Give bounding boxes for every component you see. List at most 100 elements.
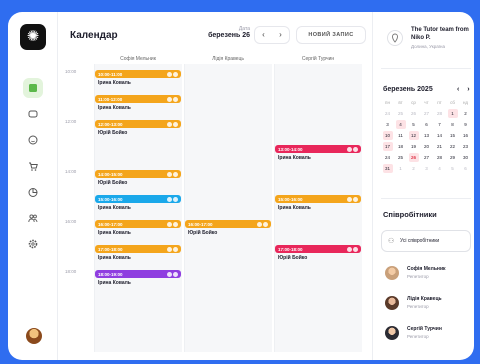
calendar-day[interactable]: 26 <box>408 153 419 162</box>
calendar-day[interactable]: 20 <box>422 142 432 151</box>
staff-member[interactable]: Сергій Турчин Репетитор <box>385 324 474 346</box>
calendar-day[interactable]: 3 <box>422 164 432 173</box>
calendar-day[interactable]: 28 <box>435 109 445 118</box>
info-icon[interactable] <box>173 196 178 202</box>
calendar-event[interactable]: 17:00-18:00 Ірина Коваль <box>95 245 181 261</box>
calendar-day[interactable]: 5 <box>409 120 419 129</box>
calendar-event[interactable]: 10:00-11:00 Ірина Коваль <box>95 70 181 86</box>
staff-member[interactable]: Софія Мельник Репетитор <box>385 264 474 286</box>
cart-nav-icon[interactable] <box>23 156 43 176</box>
calendar-day[interactable]: 27 <box>422 153 432 162</box>
calendar-day[interactable]: 1 <box>396 164 406 173</box>
users-nav-icon[interactable] <box>23 208 43 228</box>
chat-icon[interactable] <box>167 271 172 277</box>
calendar-event[interactable]: 11:00-12:00 Ірина Коваль <box>95 95 181 111</box>
calendar-day[interactable]: 27 <box>422 109 432 118</box>
calendar-day[interactable]: 22 <box>448 142 458 151</box>
calendar-day[interactable]: 14 <box>435 131 445 140</box>
calendar-day[interactable]: 12 <box>408 131 419 140</box>
calendar-event[interactable]: 16:00-17:00 Юрій Бойко <box>185 220 271 236</box>
info-icon[interactable] <box>173 221 178 227</box>
calendar-day[interactable]: 24 <box>383 153 393 162</box>
calendar-day[interactable]: 28 <box>435 153 445 162</box>
chat-nav-icon[interactable] <box>23 104 43 124</box>
settings-nav-icon[interactable] <box>23 234 43 254</box>
calendar-day[interactable]: 2 <box>409 164 419 173</box>
calendar-day[interactable]: 13 <box>422 131 432 140</box>
calendar-event[interactable]: 18:00-19:00 Ірина Коваль <box>95 270 181 286</box>
sidebar: ✺ <box>8 12 58 360</box>
new-entry-button[interactable]: НОВИЙ ЗАПИС <box>296 26 366 44</box>
staff-member[interactable]: Лідія Кравець Репетитор <box>385 294 474 316</box>
next-day-button[interactable]: › <box>272 27 289 43</box>
staff-column[interactable] <box>184 64 272 352</box>
user-avatar[interactable] <box>26 328 42 344</box>
chat-icon[interactable] <box>167 121 172 127</box>
calendar-day[interactable]: 1 <box>447 109 458 118</box>
prev-day-button[interactable]: ‹ <box>255 27 272 43</box>
octopus-logo-icon[interactable]: ✺ <box>20 24 46 50</box>
chat-icon[interactable] <box>347 246 352 252</box>
calendar-day[interactable]: 29 <box>448 153 458 162</box>
calendar-event[interactable]: 17:00-18:00 Юрій Бойко <box>275 245 361 261</box>
info-icon[interactable] <box>173 271 178 277</box>
calendar-nav-icon[interactable] <box>23 78 43 98</box>
month-nav-arrows[interactable]: ‹ › <box>457 86 473 93</box>
chat-icon[interactable] <box>167 196 172 202</box>
chat-icon[interactable] <box>257 221 262 227</box>
calendar-event[interactable]: 13:00-14:00 Ірина Коваль <box>275 145 361 161</box>
calendar-day[interactable]: 25 <box>396 109 406 118</box>
calendar-day[interactable]: 11 <box>396 131 406 140</box>
calendar-day[interactable]: 6 <box>461 164 471 173</box>
chart-nav-icon[interactable] <box>23 182 43 202</box>
info-icon[interactable] <box>353 146 358 152</box>
calendar-day[interactable]: 19 <box>409 142 419 151</box>
info-icon[interactable] <box>353 246 358 252</box>
chat-icon[interactable] <box>167 171 172 177</box>
info-icon[interactable] <box>173 96 178 102</box>
chat-icon[interactable] <box>167 96 172 102</box>
team-name[interactable]: The Tutor team from Niko P. <box>411 26 471 42</box>
calendar-day[interactable]: 18 <box>396 142 406 151</box>
info-icon[interactable] <box>173 71 178 77</box>
calendar-event[interactable]: 12:00-13:00 Юрій Бойко <box>95 120 181 136</box>
chat-icon[interactable] <box>167 221 172 227</box>
chat-icon[interactable] <box>167 246 172 252</box>
calendar-day[interactable]: 4 <box>395 120 406 129</box>
calendar-day[interactable]: 25 <box>396 153 406 162</box>
info-icon[interactable] <box>263 221 268 227</box>
calendar-event[interactable]: 14:00-15:00 Юрій Бойко <box>95 170 181 186</box>
info-icon[interactable] <box>353 196 358 202</box>
calendar-day[interactable]: 5 <box>448 164 458 173</box>
calendar-day[interactable]: 9 <box>461 120 471 129</box>
calendar-event[interactable]: 15:00-16:00 Ірина Коваль <box>275 195 361 211</box>
calendar-day[interactable]: 30 <box>461 153 471 162</box>
smile-nav-icon[interactable] <box>23 130 43 150</box>
info-icon[interactable] <box>173 246 178 252</box>
calendar-day[interactable]: 8 <box>448 120 458 129</box>
calendar-day[interactable]: 2 <box>461 109 471 118</box>
calendar-day[interactable]: 3 <box>383 120 393 129</box>
info-icon[interactable] <box>173 171 178 177</box>
calendar-day[interactable]: 31 <box>382 164 393 173</box>
calendar-day[interactable]: 16 <box>461 131 471 140</box>
calendar-day[interactable]: 26 <box>409 109 419 118</box>
calendar-day[interactable]: 7 <box>435 120 445 129</box>
calendar-day[interactable]: 10 <box>382 131 393 140</box>
calendar-day[interactable]: 4 <box>435 164 445 173</box>
chat-icon[interactable] <box>347 146 352 152</box>
calendar-day[interactable]: 6 <box>422 120 432 129</box>
chat-icon[interactable] <box>167 71 172 77</box>
column-header: Сергій Турчин <box>301 56 335 62</box>
calendar-day[interactable]: 17 <box>382 142 393 151</box>
calendar-day[interactable]: 24 <box>383 109 393 118</box>
info-icon[interactable] <box>173 121 178 127</box>
calendar-day[interactable]: 23 <box>461 142 471 151</box>
calendar-day[interactable]: 15 <box>448 131 458 140</box>
chat-icon[interactable] <box>347 196 352 202</box>
calendar-event[interactable]: 16:00-17:00 Ірина Коваль <box>95 220 181 236</box>
weekday-label: чт <box>424 100 429 105</box>
calendar-day[interactable]: 21 <box>435 142 445 151</box>
all-staff-button[interactable]: ⚇ Усі співробітники <box>381 230 471 252</box>
calendar-event[interactable]: 15:00-16:00 Ірина Коваль <box>95 195 181 211</box>
